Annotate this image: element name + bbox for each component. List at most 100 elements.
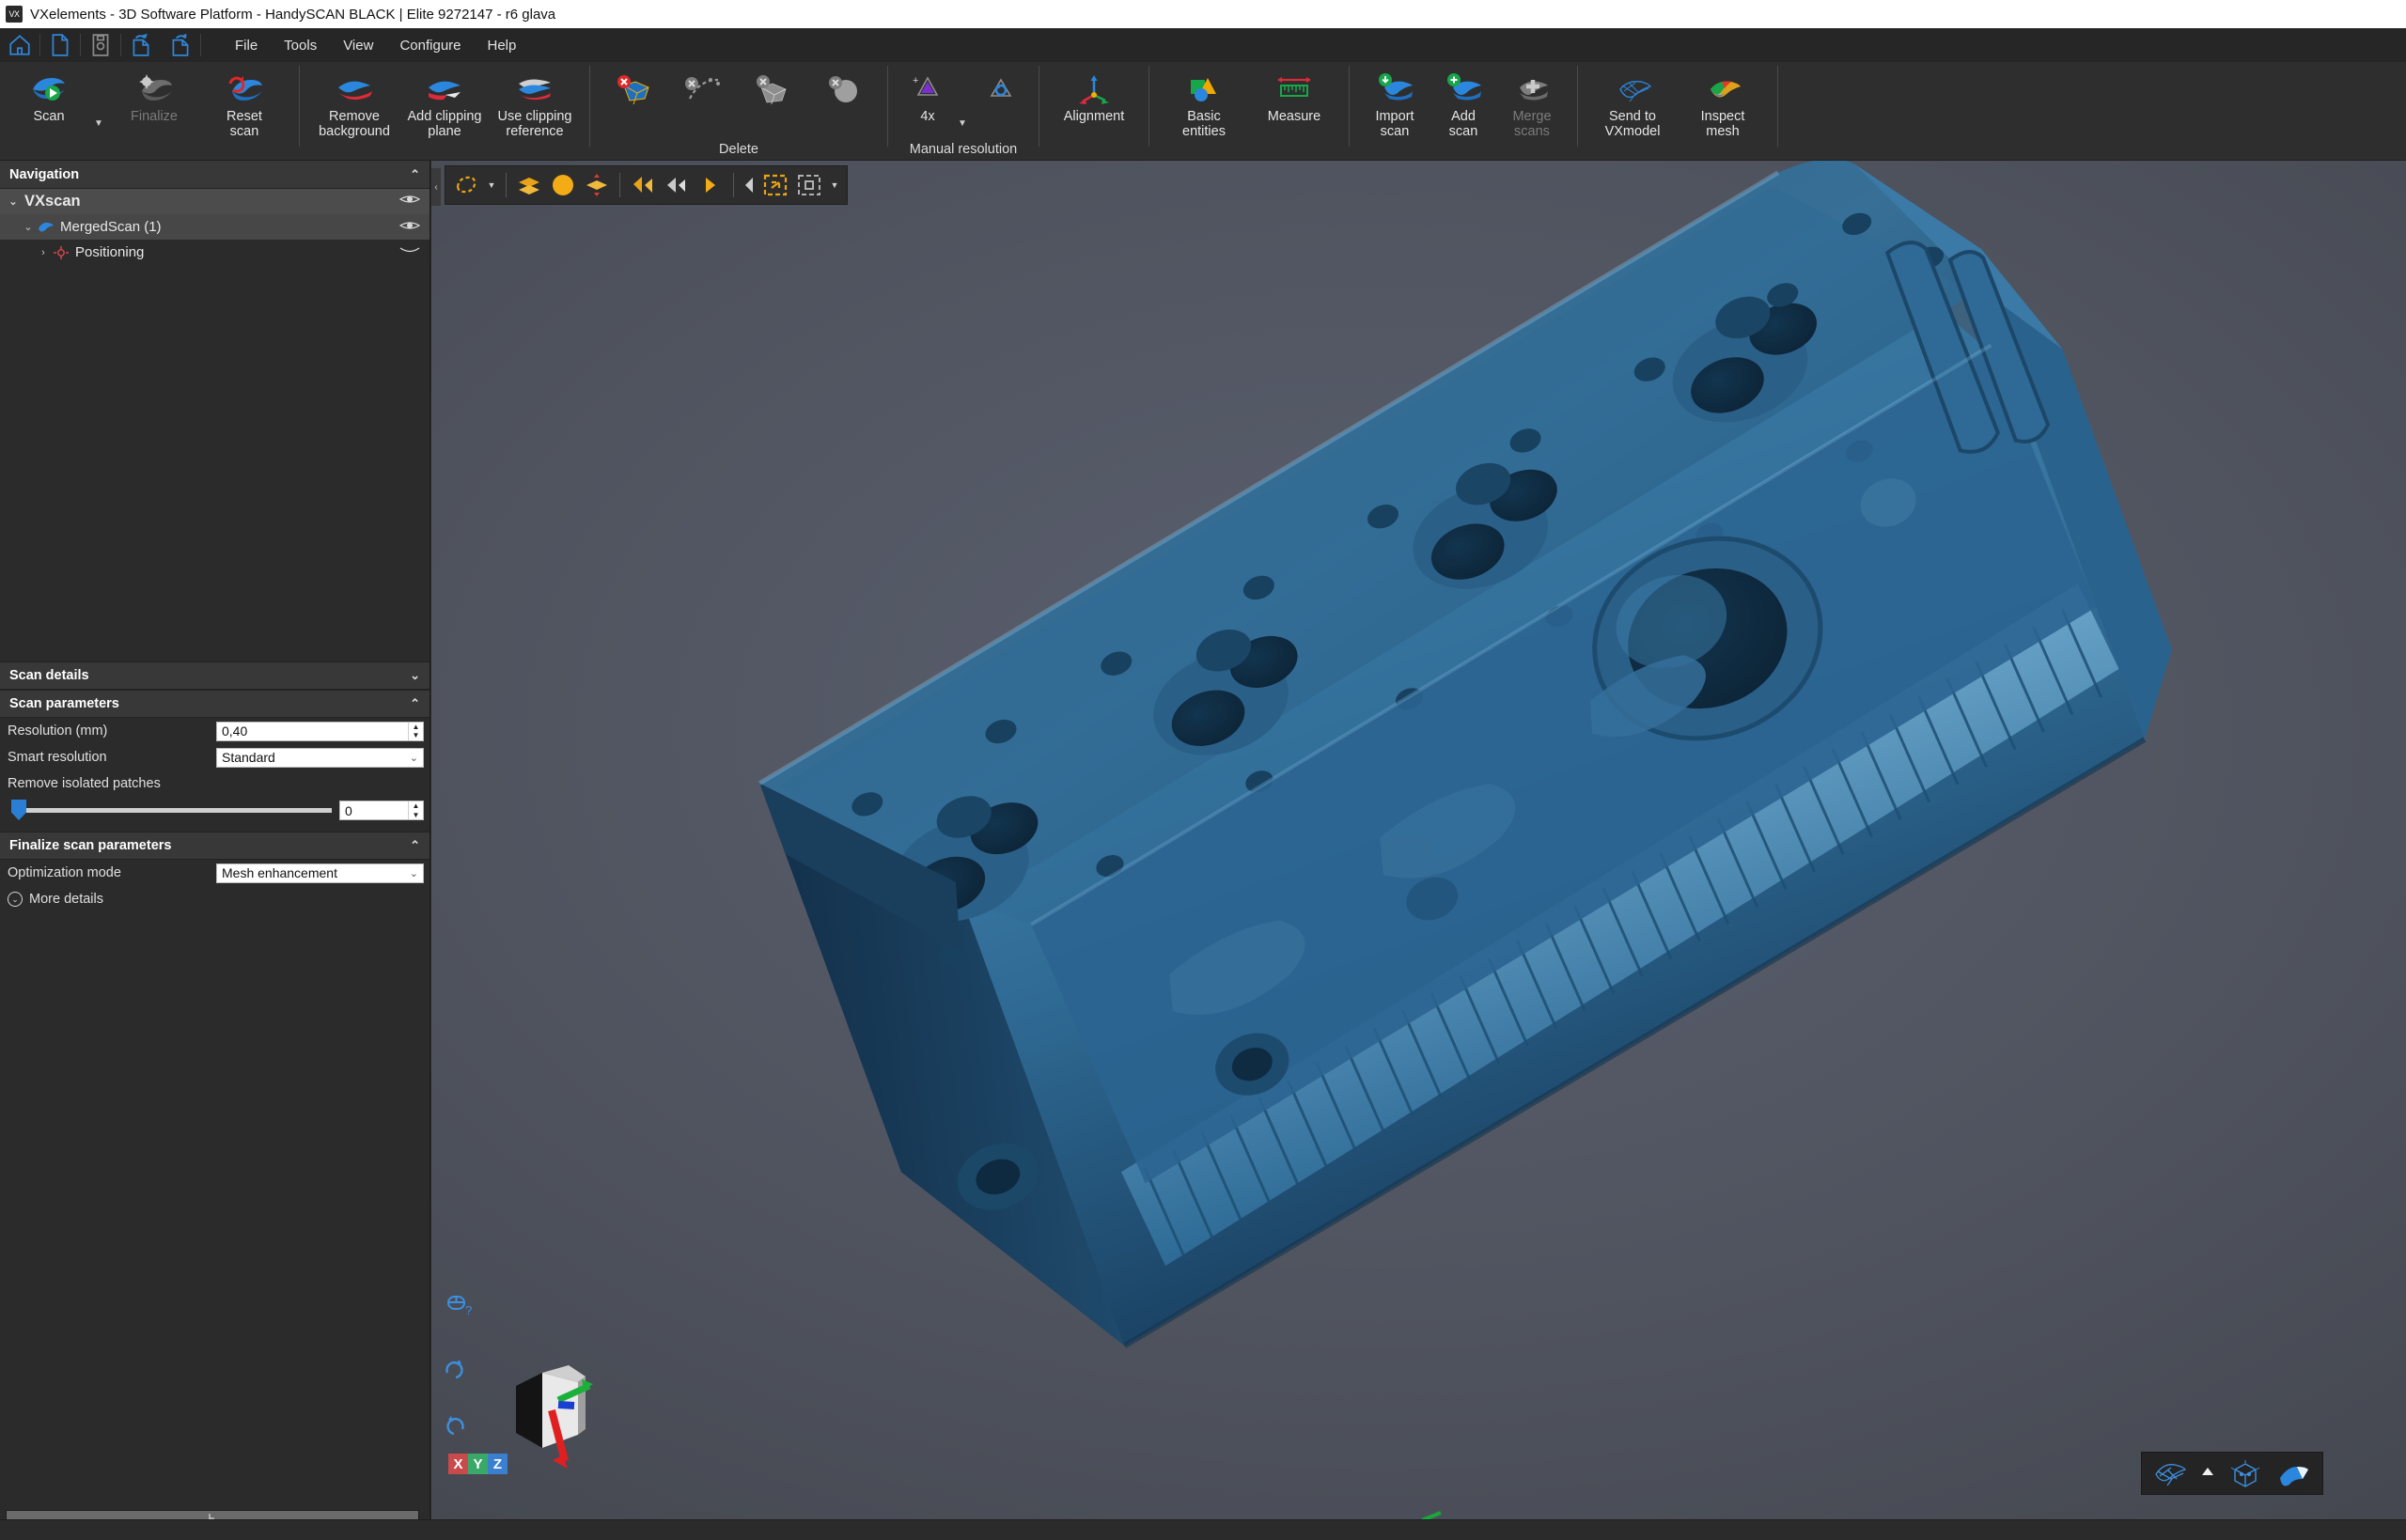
use-clipping-reference-button[interactable]: Use clipping reference bbox=[490, 62, 580, 139]
more-details-toggle[interactable]: ⌄ More details bbox=[0, 886, 430, 907]
redo-icon[interactable] bbox=[161, 29, 200, 61]
finalize-scan-parameters-header[interactable]: Finalize scan parameters ⌃ bbox=[0, 832, 430, 860]
add-scan-button[interactable]: Add scan bbox=[1430, 62, 1496, 139]
scan-button[interactable]: Scan bbox=[4, 62, 94, 137]
reset-scan-button[interactable]: Reset scan bbox=[199, 62, 289, 139]
scan-play-icon bbox=[27, 68, 70, 109]
reset-scan-icon bbox=[223, 68, 266, 109]
chevron-down-icon[interactable]: ⌄ bbox=[6, 195, 21, 208]
save-icon[interactable] bbox=[81, 29, 120, 61]
measure-button[interactable]: Measure bbox=[1249, 62, 1339, 137]
tree-node-positioning[interactable]: › Positioning bbox=[0, 240, 430, 265]
resolution-stepper[interactable]: ▲ ▼ bbox=[408, 723, 423, 740]
delete-mesh-button[interactable] bbox=[739, 62, 808, 137]
alignment-button[interactable]: Alignment bbox=[1049, 62, 1139, 137]
chevron-up-icon[interactable]: ⌃ bbox=[410, 167, 420, 182]
chevron-down-icon[interactable]: ⌄ bbox=[21, 221, 36, 233]
reset-resolution-button[interactable] bbox=[973, 62, 1029, 137]
divider bbox=[299, 66, 300, 147]
send-to-vxmodel-button[interactable]: Send to VXmodel bbox=[1587, 62, 1678, 139]
eye-closed-icon[interactable] bbox=[399, 244, 420, 260]
tree-node-vxscan[interactable]: ⌄ VXscan bbox=[0, 189, 430, 214]
finalize-button[interactable]: Finalize bbox=[109, 62, 199, 137]
chevron-up-icon[interactable]: ⌃ bbox=[410, 838, 420, 853]
ribbon-group-scans: Import scan Add scan bbox=[1355, 62, 1571, 161]
add-scan-label-2: scan bbox=[1447, 124, 1480, 139]
inspect-mesh-label-1: Inspect bbox=[1699, 109, 1747, 124]
delete-selection-button[interactable] bbox=[600, 62, 669, 137]
import-scan-label-1: Import bbox=[1373, 109, 1415, 124]
ribbon-group-entities: Basic entities Measure bbox=[1155, 62, 1343, 161]
mouse-help-icon[interactable]: ? bbox=[445, 1294, 477, 1330]
remove-background-label-2: background bbox=[317, 124, 392, 139]
scan-details-header[interactable]: Scan details ⌄ bbox=[0, 661, 430, 690]
delete-lasso-button[interactable] bbox=[669, 62, 739, 137]
home-icon[interactable] bbox=[0, 29, 39, 61]
basic-entities-button[interactable]: Basic entities bbox=[1159, 62, 1249, 139]
alignment-label: Alignment bbox=[1062, 109, 1126, 124]
ribbon-group-delete: Delete bbox=[596, 62, 882, 161]
send-to-vxmodel-icon bbox=[1611, 68, 1654, 109]
use-clipping-reference-icon bbox=[511, 68, 558, 109]
divider bbox=[200, 34, 201, 56]
mesh-view-icon[interactable] bbox=[2151, 1456, 2189, 1490]
menu-item-help[interactable]: Help bbox=[475, 32, 530, 59]
navigation-panel-header[interactable]: Navigation ⌃ bbox=[0, 161, 430, 189]
merge-scans-button[interactable]: Merge scans bbox=[1496, 62, 1568, 139]
remove-background-button[interactable]: Remove background bbox=[309, 62, 399, 139]
scan-dropdown-caret-icon[interactable]: ▼ bbox=[94, 118, 109, 129]
resolution-input[interactable]: 0,40 ▲ ▼ bbox=[216, 722, 424, 741]
manual-resolution-value: 4x bbox=[918, 109, 936, 124]
rotate-ccw-icon[interactable] bbox=[443, 1412, 467, 1441]
delete-mesh-icon bbox=[752, 68, 795, 109]
rotate-cw-icon[interactable] bbox=[443, 1356, 467, 1385]
remove-isolated-patches-value: 0 bbox=[345, 803, 352, 818]
view-cube-icon[interactable] bbox=[2226, 1456, 2264, 1490]
finalize-label: Finalize bbox=[129, 109, 180, 124]
3d-viewport[interactable]: ‹ ▼ bbox=[431, 161, 2406, 1519]
scan-parameters-header[interactable]: Scan parameters ⌃ bbox=[0, 690, 430, 718]
stepper-down-icon[interactable]: ▼ bbox=[409, 731, 423, 740]
left-panel: Navigation ⌃ ⌄ VXscan ⌄ MergedScan (1) bbox=[0, 161, 430, 1540]
patches-stepper[interactable]: ▲ ▼ bbox=[408, 801, 423, 819]
import-scan-button[interactable]: Import scan bbox=[1359, 62, 1430, 139]
inspect-mesh-button[interactable]: Inspect mesh bbox=[1678, 62, 1768, 139]
undo-icon[interactable] bbox=[121, 29, 161, 61]
tree-node-vxscan-label: VXscan bbox=[24, 193, 81, 210]
basic-entities-label-1: Basic bbox=[1185, 109, 1222, 124]
smart-resolution-select[interactable]: Standard ⌄ bbox=[216, 748, 424, 768]
new-document-icon[interactable] bbox=[40, 29, 80, 61]
tree-node-mergedscan[interactable]: ⌄ MergedScan (1) bbox=[0, 214, 430, 240]
chevron-down-icon[interactable]: ⌄ bbox=[410, 668, 420, 683]
eye-icon[interactable] bbox=[399, 219, 420, 236]
axis-badge[interactable]: X Y Z bbox=[448, 1454, 508, 1474]
manual-resolution-dropdown-caret-icon[interactable]: ▼ bbox=[958, 118, 973, 129]
svg-text:+: + bbox=[913, 75, 918, 86]
slider-handle[interactable] bbox=[11, 800, 26, 820]
menu-item-file[interactable]: File bbox=[222, 32, 271, 59]
stepper-up-icon[interactable]: ▲ bbox=[409, 801, 423, 811]
delete-blob-button[interactable] bbox=[808, 62, 878, 137]
menu-item-view[interactable]: View bbox=[330, 32, 386, 59]
resolution-row: Resolution (mm) 0,40 ▲ ▼ bbox=[0, 718, 430, 744]
chevron-up-icon[interactable]: ⌃ bbox=[410, 696, 420, 711]
view-dropdown-caret-icon[interactable] bbox=[2200, 1465, 2215, 1482]
remove-isolated-patches-slider[interactable] bbox=[11, 808, 332, 813]
merge-scans-icon bbox=[1510, 68, 1554, 109]
stepper-down-icon[interactable]: ▼ bbox=[409, 811, 423, 820]
stepper-up-icon[interactable]: ▲ bbox=[409, 723, 423, 732]
menu-item-tools[interactable]: Tools bbox=[271, 32, 330, 59]
chevron-right-icon[interactable]: › bbox=[36, 247, 51, 258]
remove-isolated-patches-input[interactable]: 0 ▲ ▼ bbox=[339, 801, 424, 820]
send-to-vxmodel-label-1: Send to bbox=[1607, 109, 1658, 124]
increase-resolution-button[interactable]: + 4x bbox=[898, 62, 958, 137]
optimization-mode-select[interactable]: Mesh enhancement ⌄ bbox=[216, 863, 424, 883]
eye-icon[interactable] bbox=[399, 193, 420, 210]
chevron-down-icon[interactable]: ⌄ bbox=[410, 752, 418, 764]
surface-view-icon[interactable] bbox=[2275, 1456, 2313, 1490]
add-clipping-plane-button[interactable]: Add clipping plane bbox=[399, 62, 490, 139]
alignment-axes-icon bbox=[1073, 68, 1115, 109]
chevron-down-icon[interactable]: ⌄ bbox=[410, 867, 418, 879]
menu-item-configure[interactable]: Configure bbox=[386, 32, 474, 59]
smart-resolution-value: Standard bbox=[222, 750, 275, 765]
